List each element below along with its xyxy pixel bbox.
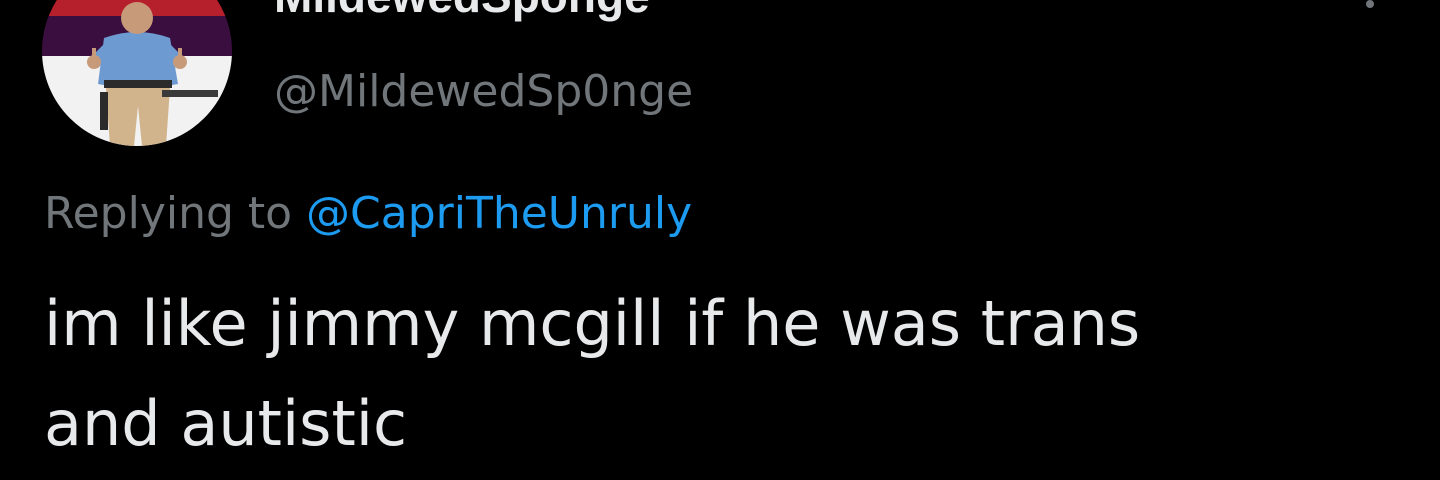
replying-to-label: Replying to: [44, 188, 307, 239]
tweet: MildewedSponge @MildewedSp0nge Replying …: [0, 0, 1440, 480]
author-handle[interactable]: @MildewedSp0nge: [274, 64, 693, 120]
avatar[interactable]: [42, 0, 232, 146]
replying-to-mention-link[interactable]: @CapriTheUnruly: [306, 188, 692, 239]
more-options-button[interactable]: [1350, 0, 1390, 42]
replying-to-line: Replying to @CapriTheUnruly: [44, 184, 692, 244]
tweet-text-line-1: im like jimmy mcgill if he was trans: [44, 287, 1141, 360]
more-dots-vertical-icon: [1366, 0, 1374, 8]
avatar-image: [42, 0, 232, 146]
tweet-text-line-2: and autistic: [44, 387, 408, 460]
author-display-name[interactable]: MildewedSponge: [274, 0, 650, 24]
tweet-text: im like jimmy mcgill if he was trans and…: [44, 274, 1414, 474]
